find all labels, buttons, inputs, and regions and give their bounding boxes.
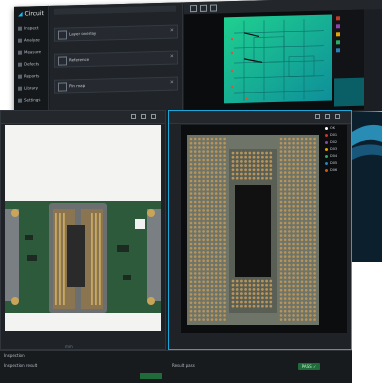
legend-item[interactable]: D03 — [325, 146, 351, 152]
legend-color-dot — [325, 168, 328, 172]
sidebar-item[interactable]: Defects — [18, 60, 46, 69]
board-photo-canvas[interactable]: mm — [5, 125, 161, 349]
layer-row-label: Pin map — [69, 82, 86, 89]
legend-item[interactable]: D04 — [325, 153, 351, 159]
legend-color-dot — [325, 140, 328, 144]
layer-panel: Layer overlay ✕ Reference ✕ Pin map ✕ — [50, 2, 183, 120]
layer-row-label: Layer overlay — [69, 30, 97, 37]
sidebar-item-label: Measure — [24, 49, 41, 55]
settings-icon[interactable] — [151, 114, 156, 119]
sidebar-icon — [18, 86, 22, 91]
results-dock: Inspection Inspection result Result pass… — [0, 350, 352, 383]
legend-item[interactable]: D05 — [325, 160, 351, 166]
sidebar-item-label: Inspect — [24, 25, 39, 31]
app-name: Cir — [24, 10, 33, 18]
sidebar: ◢ Circuit Inspect Analyze Measure Defect… — [14, 5, 49, 121]
sidebar-icon — [18, 50, 22, 55]
dock-row[interactable]: Inspection result — [4, 362, 37, 370]
connector-detail-canvas[interactable] — [181, 125, 347, 333]
sidebar-icon — [18, 98, 22, 103]
legend-item[interactable]: D01 — [325, 132, 351, 138]
close-icon[interactable]: ✕ — [170, 28, 174, 34]
color-swatch[interactable] — [336, 24, 340, 29]
legend-label: D04 — [330, 154, 338, 158]
inspection-window: mm OK D01 D02 D03 D04 D05 D06 Inspection… — [0, 110, 352, 383]
legend-label: D02 — [330, 140, 338, 144]
sidebar-item[interactable]: Measure — [18, 48, 46, 57]
panel-search-bar[interactable] — [54, 5, 176, 15]
close-icon[interactable]: ✕ — [170, 54, 174, 60]
pane-header — [169, 111, 351, 124]
3d-surface-graphic — [352, 124, 382, 160]
status-indicator — [140, 373, 162, 379]
pan-icon[interactable] — [200, 4, 207, 12]
sidebar-icon — [18, 38, 22, 43]
close-icon[interactable]: ✕ — [170, 80, 174, 86]
color-swatch[interactable] — [336, 16, 340, 21]
zoom-icon[interactable] — [190, 5, 197, 13]
legend-color-dot — [325, 161, 328, 165]
connector-detail-pane: OK D01 D02 D03 D04 D05 D06 — [168, 110, 352, 350]
connector-pin-image — [187, 135, 319, 325]
layer-row[interactable]: Pin map ✕ — [54, 76, 178, 94]
layer-thumbnail-icon — [58, 56, 67, 66]
sidebar-item-label: Reports — [24, 73, 40, 79]
legend-label: D03 — [330, 147, 338, 151]
legend-color-dot — [325, 154, 328, 158]
expand-icon[interactable] — [325, 114, 330, 119]
color-swatch[interactable] — [336, 32, 340, 37]
board-photo-pane: mm — [0, 110, 166, 350]
sidebar-icon — [18, 26, 22, 31]
color-swatch[interactable] — [336, 48, 340, 53]
axis-label: mm — [65, 344, 73, 349]
defect-legend: OK D01 D02 D03 D04 D05 D06 — [325, 125, 353, 185]
legend-label: D06 — [330, 168, 338, 172]
fit-view-icon[interactable] — [131, 114, 136, 119]
dock-row[interactable]: Inspection — [4, 352, 25, 360]
sidebar-item[interactable]: Library — [18, 84, 46, 93]
app-name-suffix: cuit — [32, 10, 44, 18]
legend-label: D05 — [330, 161, 338, 165]
color-swatch[interactable] — [336, 40, 340, 45]
app-logo: ◢ Circuit — [18, 10, 44, 18]
side-3d-view — [352, 112, 382, 262]
sidebar-item[interactable]: Analyze — [18, 36, 46, 45]
pcb-board-image — [5, 201, 161, 313]
layer-row[interactable]: Layer overlay ✕ — [54, 24, 178, 42]
sidebar-icon — [18, 74, 22, 79]
layer-color-panel — [332, 9, 364, 79]
pane-header — [1, 111, 165, 124]
layer-row-label: Reference — [69, 56, 90, 63]
legend-color-dot — [325, 147, 328, 151]
sidebar-item-label: Analyze — [24, 37, 40, 43]
sidebar-item-label: Library — [24, 85, 38, 91]
legend-item[interactable]: OK — [325, 125, 351, 131]
sidebar-item[interactable]: Reports — [18, 72, 46, 81]
background-app-window: ◢ Circuit Inspect Analyze Measure Defect… — [14, 0, 382, 121]
dock-row-label: Result pass — [172, 363, 195, 368]
dock-row-label: Inspection result — [4, 363, 38, 368]
layer-row[interactable]: Reference ✕ — [54, 50, 178, 68]
sidebar-icon — [18, 62, 22, 67]
expand-icon[interactable] — [141, 114, 146, 119]
sidebar-item-label: Settings — [24, 97, 41, 103]
sidebar-item[interactable]: Inspect — [18, 24, 46, 33]
legend-item[interactable]: D02 — [325, 139, 351, 145]
dock-row[interactable]: Result pass — [172, 362, 195, 370]
sidebar-item[interactable]: Settings — [18, 96, 46, 105]
legend-color-dot — [325, 126, 328, 130]
pass-button[interactable]: PASS ✓ — [298, 363, 320, 370]
legend-label: OK — [330, 126, 336, 130]
legend-color-dot — [325, 133, 328, 137]
layer-thumbnail-icon — [58, 82, 67, 92]
dock-row-label: Inspection — [4, 353, 25, 358]
legend-item[interactable]: D06 — [325, 167, 351, 173]
sidebar-item-label: Defects — [24, 61, 40, 67]
close-icon[interactable] — [335, 114, 340, 119]
fit-view-icon[interactable] — [315, 114, 320, 119]
legend-label: D01 — [330, 133, 338, 137]
select-icon[interactable] — [210, 4, 217, 12]
layer-thumbnail-icon — [58, 30, 67, 40]
